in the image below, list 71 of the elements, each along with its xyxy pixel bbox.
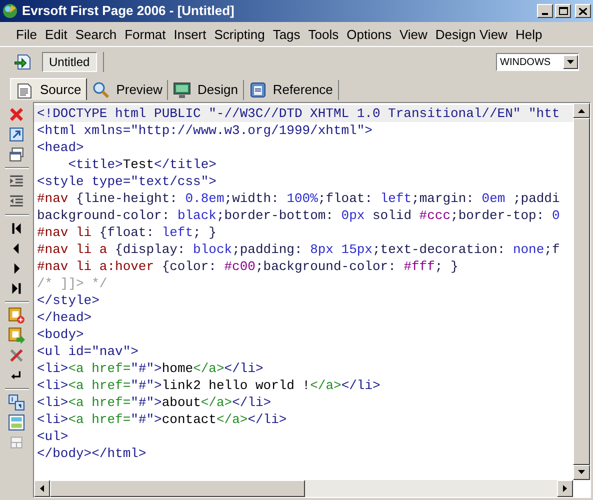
code-line: <li><a href="#">link2 hello world !</a></li> <box>36 377 382 394</box>
code-line: <title>Test</title> <box>67 156 218 173</box>
horizontal-scrollbar[interactable] <box>34 480 573 497</box>
menu-item[interactable]: Options <box>342 24 396 44</box>
code-editor[interactable] <box>33 102 591 498</box>
numbered-windows-icon[interactable] <box>8 394 25 411</box>
view-tab[interactable]: Design <box>168 80 244 100</box>
book-icon <box>248 81 267 99</box>
code-line: </body></html> <box>36 445 148 462</box>
menu-item[interactable]: Tools <box>304 24 343 44</box>
document-add-icon[interactable] <box>8 307 25 324</box>
document-icon <box>16 80 34 98</box>
code-line: background-color: black;border-bottom: 0px solid #ccc;border-top: 0 <box>36 207 561 224</box>
split-view-icon[interactable] <box>8 414 25 431</box>
code-line: <li><a href="#">contact</a></li> <box>36 411 288 428</box>
code-line: #nav {line-height: 0.8em;width: 100%;float: left;margin: 0em ;paddi <box>36 190 561 207</box>
scroll-up-button[interactable] <box>573 103 590 118</box>
menu-item[interactable]: File <box>12 24 41 44</box>
document-arrow-icon[interactable] <box>14 53 32 71</box>
menu-item[interactable]: Search <box>71 24 121 44</box>
document-forward-icon[interactable] <box>8 327 25 344</box>
code-line: #nav li a {display: block;padding: 8px 15px;text-decoration: none;f <box>36 241 561 258</box>
code-line: <html xmlns="http://www.w3.org/1999/xhtml"> <box>36 122 374 139</box>
magnifier-icon <box>92 81 110 99</box>
menu-item[interactable]: View <box>395 24 432 44</box>
code-line: <ul id="nav"> <box>36 343 140 360</box>
monitor-icon <box>173 81 192 99</box>
dropdown-arrow-button[interactable] <box>563 55 578 69</box>
scroll-down-button[interactable] <box>573 464 590 480</box>
close-icon[interactable] <box>8 106 25 123</box>
code-line: <li><a href="#">home</a></li> <box>36 360 264 377</box>
code-line: <ul> <box>36 428 70 445</box>
minimize-button[interactable] <box>537 4 553 18</box>
code-line: <li><a href="#">about</a></li> <box>36 394 272 411</box>
window-title: Evrsoft First Page 2006 - [Untitled] <box>22 2 234 20</box>
scroll-thumb[interactable] <box>50 480 305 497</box>
close-icon <box>579 8 587 14</box>
dropdown-value: WINDOWS <box>499 56 551 70</box>
line-endings-dropdown[interactable]: WINDOWS <box>496 53 579 71</box>
code-line: </head> <box>36 309 93 326</box>
menu-item[interactable]: Format <box>120 24 170 44</box>
view-tab[interactable]: Preview <box>87 80 168 100</box>
down-arrow-icon <box>578 470 585 474</box>
view-tab[interactable]: Source <box>10 78 88 100</box>
code-line: </style> <box>36 292 100 309</box>
right-arrow-icon <box>563 485 567 492</box>
scroll-left-button[interactable] <box>34 480 50 497</box>
maximize-button[interactable] <box>555 4 571 18</box>
code-line: #nav li a:hover {color: #c00;background-color: #fff; } <box>36 258 460 275</box>
code-line: <style type="text/css"> <box>36 173 218 190</box>
menu-item[interactable]: Scripting <box>210 24 269 44</box>
code-line: #nav li {float: left; } <box>36 224 218 241</box>
up-arrow-icon <box>578 108 585 113</box>
app-logo-icon <box>2 3 18 19</box>
menu-item[interactable]: Design View <box>431 24 512 44</box>
document-tab[interactable]: Untitled <box>42 52 97 72</box>
code-line: <head> <box>36 139 85 156</box>
menu-item[interactable]: Insert <box>170 24 210 44</box>
view-tab[interactable]: Reference <box>244 80 339 100</box>
close-button[interactable] <box>575 4 591 18</box>
code-line: /* ]]> */ <box>36 275 108 292</box>
menu-item[interactable]: Edit <box>40 24 72 44</box>
minimize-icon <box>542 13 548 15</box>
windows-icon[interactable] <box>8 146 25 163</box>
menu-item[interactable]: Help <box>511 24 546 44</box>
menu-item[interactable]: Tags <box>268 24 304 44</box>
scroll-right-button[interactable] <box>557 480 573 497</box>
caret-icon <box>567 60 574 64</box>
left-arrow-icon <box>40 485 44 492</box>
maximize-icon <box>558 7 568 15</box>
code-line: <body> <box>36 326 85 343</box>
